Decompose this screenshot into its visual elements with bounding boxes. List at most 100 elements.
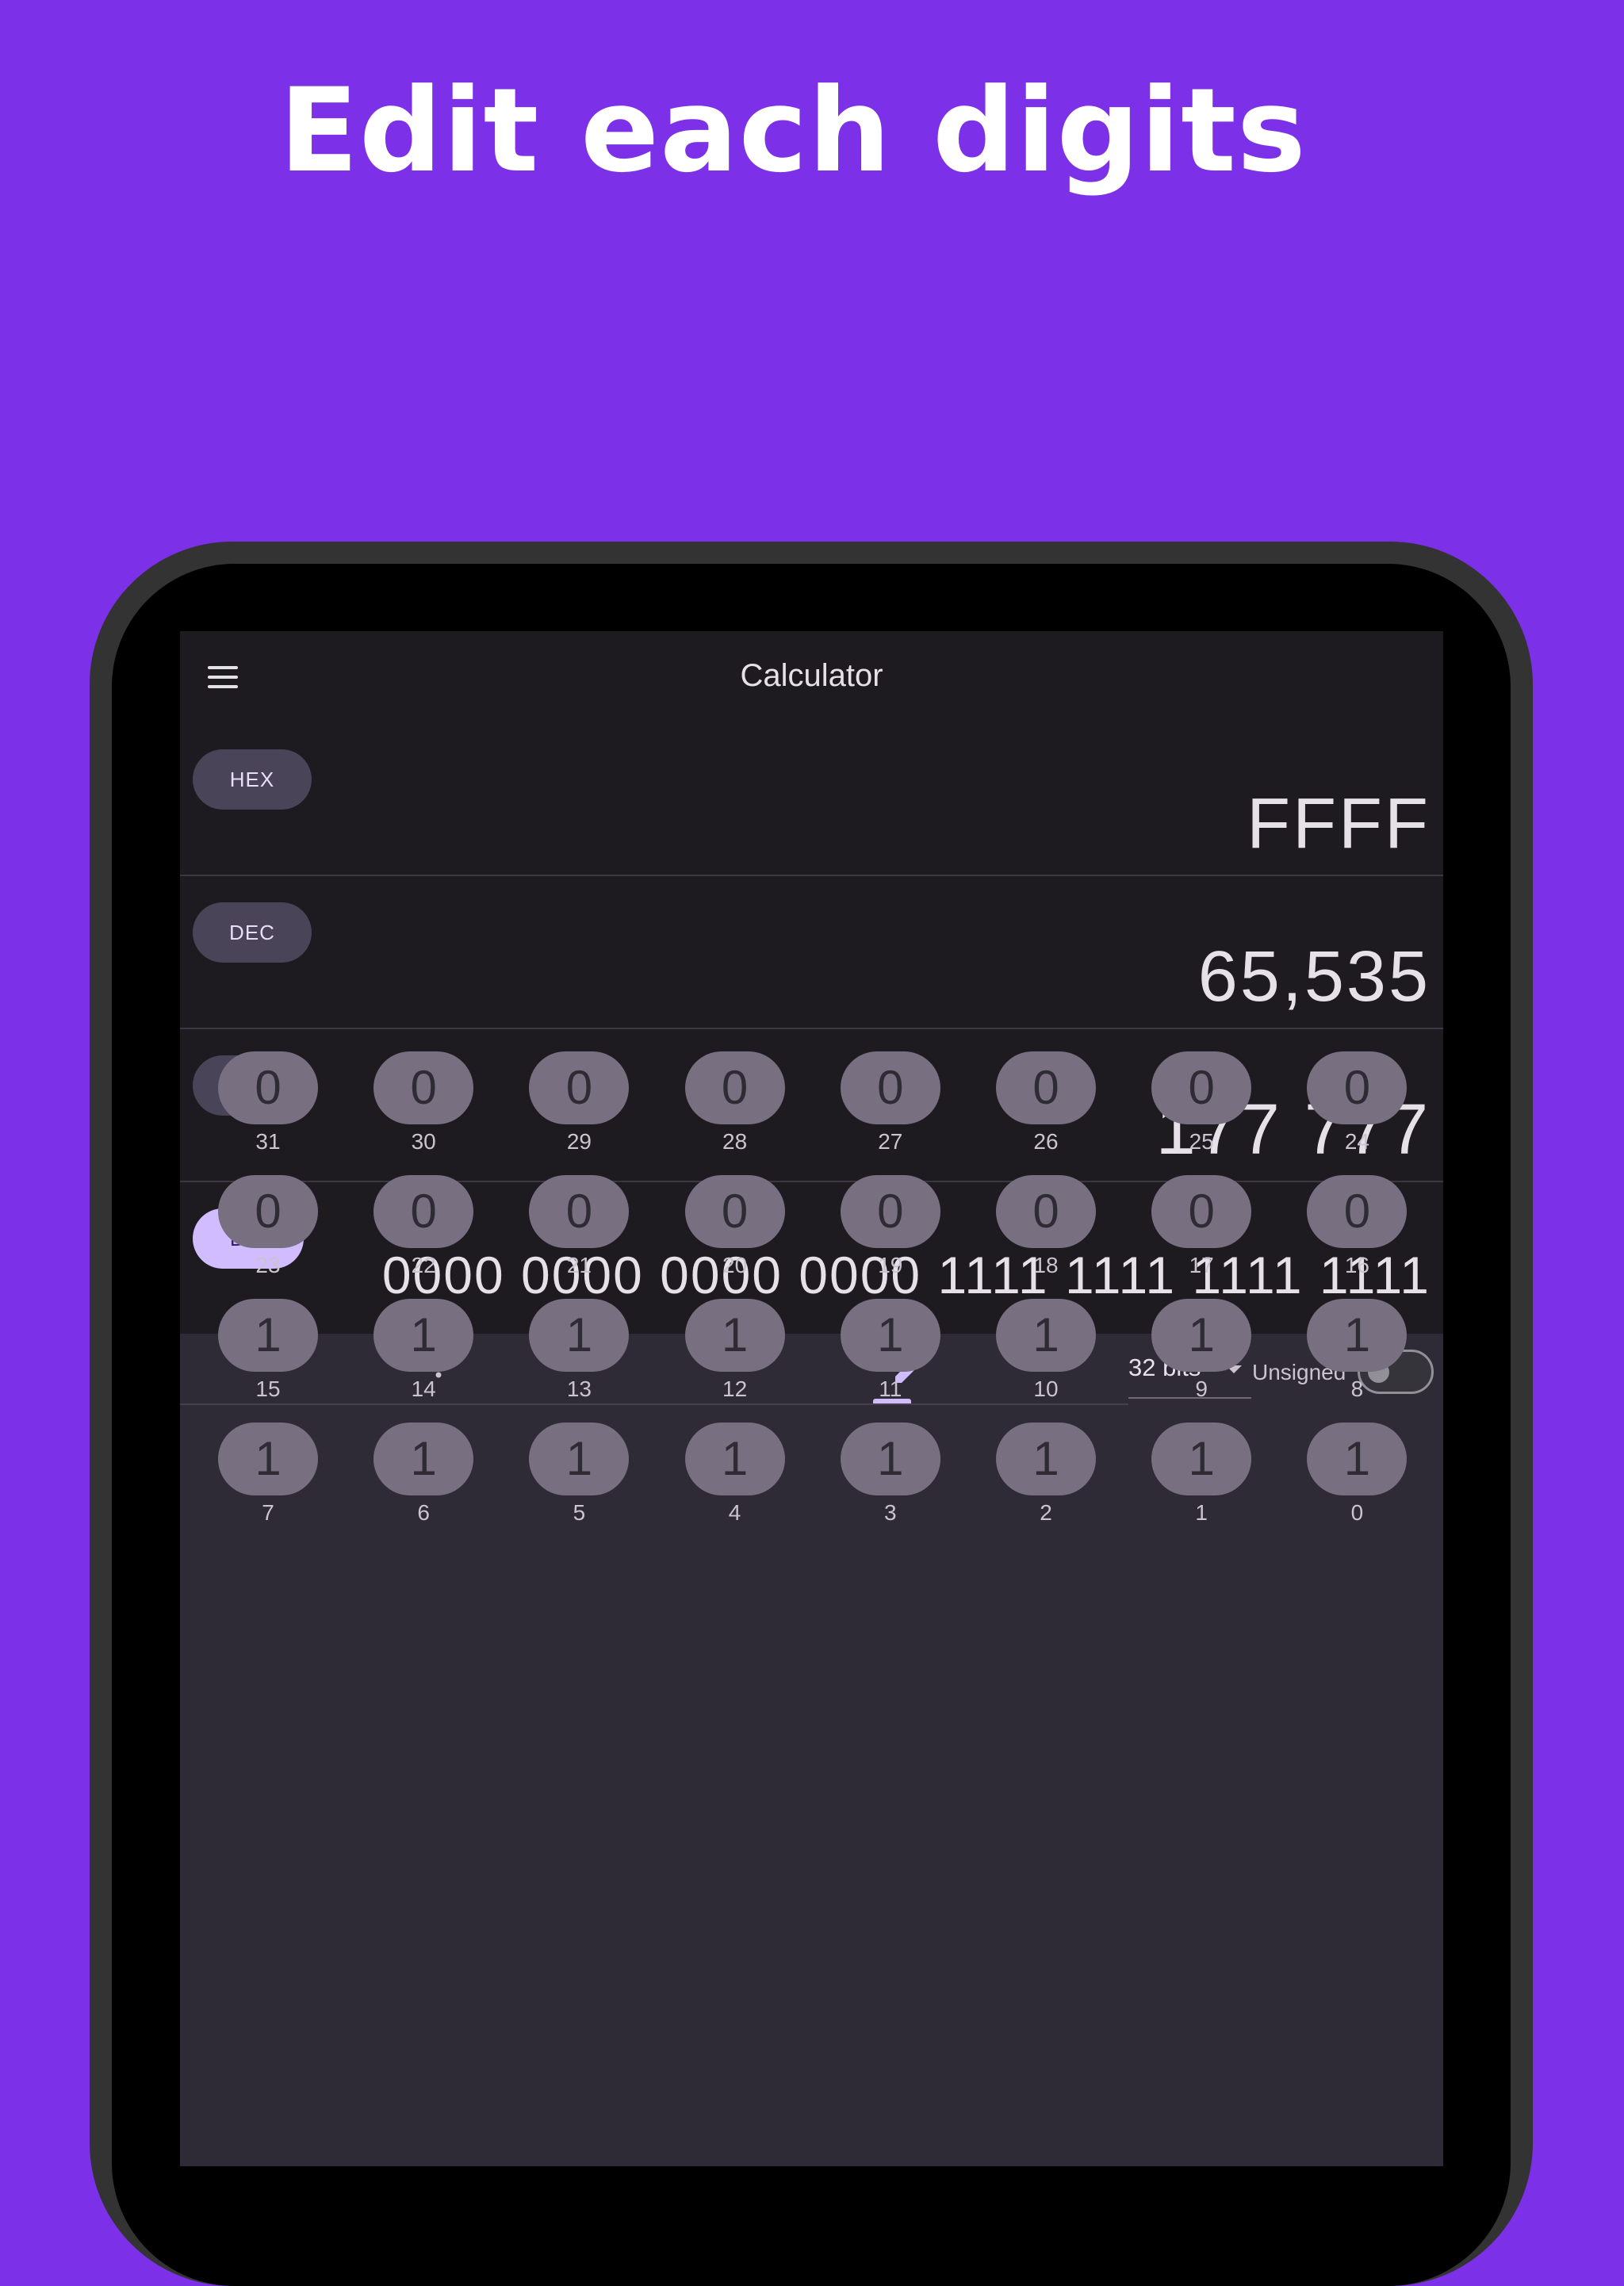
hex-row[interactable]: HEX FFFF (180, 722, 1443, 876)
bin-row[interactable]: BIN 0000 0000 0000 0000 1111 1111 1111 1… (180, 1181, 1443, 1334)
bit-toggle-button[interactable]: 0 (840, 1051, 940, 1124)
bit-toggle-button[interactable]: 1 (218, 1423, 318, 1495)
bit-toggle-button[interactable]: 0 (1151, 1175, 1252, 1248)
bit-cell[interactable]: 1 14 (372, 1299, 475, 1410)
bit-cell[interactable]: 0 19 (839, 1175, 942, 1286)
bit-cell[interactable]: 0 17 (1150, 1175, 1253, 1286)
bit-index-label: 23 (255, 1253, 281, 1277)
bit-cell[interactable]: 0 30 (372, 1051, 475, 1162)
bit-cell[interactable]: 19 (1150, 1299, 1253, 1410)
app-bar: Calculator (180, 631, 1443, 722)
bit-cell[interactable]: 14 (684, 1423, 787, 1534)
bit-index-label: 13 (566, 1377, 592, 1401)
bit-toggle-button[interactable]: 0 (373, 1051, 474, 1124)
bit-index-label: 17 (1189, 1253, 1214, 1277)
oct-row[interactable]: OCT 177 777 (180, 1028, 1443, 1182)
bit-toggle-button[interactable]: 1 (996, 1299, 1096, 1372)
bit-index-label: 7 (262, 1500, 274, 1525)
bit-index-label: 16 (1344, 1253, 1369, 1277)
bit-index-label: 9 (1195, 1377, 1208, 1401)
bit-cell[interactable]: 1 10 (994, 1299, 1097, 1410)
toolbar-divider (180, 1403, 1128, 1405)
bit-index-label: 12 (722, 1377, 748, 1401)
bit-index-label: 20 (722, 1253, 748, 1277)
bit-index-label: 11 (879, 1377, 902, 1401)
bit-index-label: 26 (1033, 1129, 1059, 1154)
bit-toggle-button[interactable]: 0 (218, 1051, 318, 1124)
bit-toggle-button[interactable]: 1 (218, 1299, 318, 1372)
bit-toggle-button[interactable]: 0 (1151, 1051, 1252, 1124)
bit-toggle-button[interactable]: 1 (1151, 1299, 1252, 1372)
bit-toggle-button[interactable]: 1 (529, 1423, 630, 1495)
bit-cell[interactable]: 0 28 (684, 1051, 787, 1162)
bit-index-label: 8 (1350, 1377, 1364, 1401)
bit-cell[interactable]: 16 (372, 1423, 475, 1534)
bit-toggle-button[interactable]: 0 (996, 1175, 1096, 1248)
bit-toggle-button[interactable]: 1 (1307, 1423, 1408, 1495)
bit-cell[interactable]: 0 22 (372, 1175, 475, 1286)
bit-toggle-button[interactable]: 1 (684, 1299, 785, 1372)
bit-toggle-button[interactable]: 0 (996, 1051, 1096, 1124)
bit-cell[interactable]: 10 (1305, 1423, 1408, 1534)
bit-cell[interactable]: 0 23 (216, 1175, 320, 1286)
bit-toggle-button[interactable]: 1 (840, 1423, 940, 1495)
bit-cell[interactable]: 1 11 (839, 1299, 942, 1410)
bit-toggle-button[interactable]: 1 (529, 1299, 630, 1372)
bit-cell[interactable]: 0 21 (527, 1175, 630, 1286)
bit-index-label: 3 (884, 1500, 897, 1525)
bit-cell[interactable]: 18 (1305, 1299, 1408, 1410)
app-title: Calculator (740, 658, 883, 693)
bit-index-label: 28 (722, 1129, 748, 1154)
bit-cell[interactable]: 0 26 (994, 1051, 1097, 1162)
bit-index-label: 10 (1033, 1377, 1059, 1401)
bit-toggle-button[interactable]: 0 (373, 1175, 474, 1248)
bit-toggle-button[interactable]: 0 (218, 1175, 318, 1248)
promo-headline: Edit each digits (279, 63, 1307, 198)
bit-index-label: 4 (728, 1500, 741, 1525)
bit-toggle-button[interactable]: 1 (996, 1423, 1096, 1495)
bit-cell[interactable]: 1 12 (684, 1299, 787, 1410)
bit-toggle-button[interactable]: 1 (1307, 1299, 1408, 1372)
bit-index-label: 31 (255, 1129, 281, 1154)
editor-panel: 32 bits Unsigned 0 31 0 30 0 29 0 28 0 27 0 26 0 25 0 2… (180, 1051, 1443, 2166)
bit-toggle-button[interactable]: 1 (840, 1299, 940, 1372)
bit-toggle-button[interactable]: 0 (840, 1175, 940, 1248)
bit-cell[interactable]: 0 29 (527, 1051, 630, 1162)
bit-index-label: 14 (411, 1377, 436, 1401)
bit-index-label: 30 (411, 1129, 436, 1154)
bit-cell[interactable]: 0 18 (994, 1175, 1097, 1286)
bit-cell[interactable]: 0 25 (1150, 1051, 1253, 1162)
bit-toggle-button[interactable]: 0 (684, 1175, 785, 1248)
bit-toggle-button[interactable]: 1 (684, 1423, 785, 1495)
bit-index-label: 24 (1344, 1129, 1369, 1154)
bit-toggle-button[interactable]: 1 (373, 1423, 474, 1495)
bit-cell[interactable]: 0 31 (216, 1051, 320, 1162)
bit-index-label: 21 (566, 1253, 592, 1277)
hex-chip[interactable]: HEX (193, 749, 312, 810)
bit-cell[interactable]: 0 24 (1305, 1051, 1408, 1162)
bit-toggle-button[interactable]: 1 (1151, 1423, 1252, 1495)
bit-toggle-button[interactable]: 0 (529, 1175, 630, 1248)
bit-index-label: 25 (1189, 1129, 1214, 1154)
bit-index-label: 6 (417, 1500, 430, 1525)
bit-cell[interactable]: 0 16 (1305, 1175, 1408, 1286)
bit-toggle-button[interactable]: 0 (1307, 1175, 1408, 1248)
bit-toggle-button[interactable]: 1 (373, 1299, 474, 1372)
bit-cell[interactable]: 0 27 (839, 1051, 942, 1162)
bit-index-label: 1 (1195, 1500, 1208, 1525)
bit-toggle-button[interactable]: 0 (529, 1051, 630, 1124)
bit-toggle-button[interactable]: 0 (1307, 1051, 1408, 1124)
dec-row[interactable]: DEC 65,535 (180, 875, 1443, 1029)
bit-index-label: 27 (878, 1129, 903, 1154)
bit-cell[interactable]: 13 (839, 1423, 942, 1534)
hex-value: FFFF (1247, 784, 1431, 863)
bit-cell[interactable]: 11 (1150, 1423, 1253, 1534)
dec-chip[interactable]: DEC (193, 902, 312, 963)
bit-cell[interactable]: 12 (994, 1423, 1097, 1534)
bit-cell[interactable]: 0 20 (684, 1175, 787, 1286)
bit-cell[interactable]: 1 15 (216, 1299, 320, 1410)
bit-cell[interactable]: 15 (527, 1423, 630, 1534)
bit-cell[interactable]: 17 (216, 1423, 320, 1534)
bit-cell[interactable]: 1 13 (527, 1299, 630, 1410)
bit-toggle-button[interactable]: 0 (684, 1051, 785, 1124)
